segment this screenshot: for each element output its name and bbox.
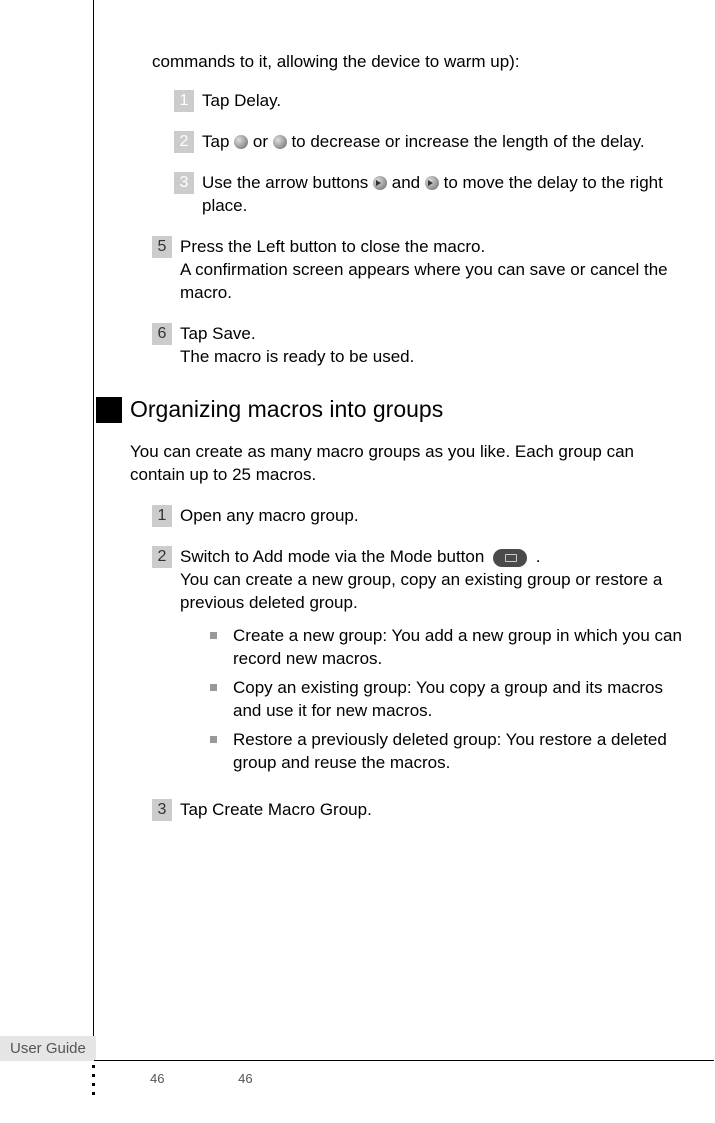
dot-icon bbox=[92, 1083, 95, 1086]
bullet-list: Create a new group: You add a new group … bbox=[210, 625, 692, 775]
step-number: 6 bbox=[152, 323, 172, 345]
vertical-rule bbox=[93, 0, 94, 1060]
substep-2: 2 Tap or to decrease or increase the len… bbox=[174, 131, 692, 154]
step-6: 6 Tap Save. The macro is ready to be use… bbox=[152, 323, 692, 369]
plus-icon bbox=[273, 135, 287, 149]
step-number: 1 bbox=[174, 90, 194, 112]
bullet-text: Create a new group: You add a new group … bbox=[233, 625, 692, 671]
substep-3: 3 Use the arrow buttons and to move the … bbox=[174, 172, 692, 218]
bullet-text: Copy an existing group: You copy a group… bbox=[233, 677, 692, 723]
step-text: Tap Create Macro Group. bbox=[180, 799, 692, 822]
content-area: commands to it, allowing the device to w… bbox=[152, 52, 692, 840]
step-text: Tap Delay. bbox=[202, 90, 692, 113]
bullet-item: Copy an existing group: You copy a group… bbox=[210, 677, 692, 723]
footer: User Guide 46 46 bbox=[0, 1035, 715, 1063]
minus-icon bbox=[234, 135, 248, 149]
step-text: Open any macro group. bbox=[180, 505, 692, 528]
text-part: and bbox=[392, 173, 425, 192]
bullet-icon bbox=[210, 632, 217, 639]
page-number: 46 bbox=[238, 1071, 252, 1086]
bullet-text: Restore a previously deleted group: You … bbox=[233, 729, 692, 775]
org-step-2: 2 Switch to Add mode via the Mode button… bbox=[152, 546, 692, 780]
step-number: 3 bbox=[152, 799, 172, 821]
org-step-1: 1 Open any macro group. bbox=[152, 505, 692, 528]
step-number: 1 bbox=[152, 505, 172, 527]
dot-icon bbox=[92, 1074, 95, 1077]
section-intro: You can create as many macro groups as y… bbox=[130, 441, 692, 487]
page-number: 46 bbox=[150, 1071, 164, 1086]
step-5: 5 Press the Left button to close the mac… bbox=[152, 236, 692, 305]
mode-button-icon bbox=[493, 549, 527, 567]
footer-rule bbox=[94, 1060, 714, 1061]
text-part: to decrease or increase the length of th… bbox=[291, 132, 644, 151]
step-number: 3 bbox=[174, 172, 194, 194]
step-text: Switch to Add mode via the Mode button .… bbox=[180, 546, 692, 780]
page-numbers: 46 46 bbox=[150, 1071, 253, 1086]
substep-1: 1 Tap Delay. bbox=[174, 90, 692, 113]
bullet-item: Create a new group: You add a new group … bbox=[210, 625, 692, 671]
bullet-item: Restore a previously deleted group: You … bbox=[210, 729, 692, 775]
step-text: Tap or to decrease or increase the lengt… bbox=[202, 131, 692, 154]
intro-text: commands to it, allowing the device to w… bbox=[152, 52, 692, 72]
bullet-icon bbox=[210, 684, 217, 691]
step-text: Press the Left button to close the macro… bbox=[180, 236, 692, 305]
arrow-down-icon bbox=[425, 176, 439, 190]
text-part: Switch to Add mode via the Mode button bbox=[180, 547, 489, 566]
arrow-up-icon bbox=[373, 176, 387, 190]
section-header-wrap: Organizing macros into groups bbox=[96, 396, 692, 423]
dot-icon bbox=[92, 1092, 95, 1095]
footer-dots bbox=[92, 1065, 95, 1101]
footer-tab: User Guide bbox=[0, 1036, 96, 1061]
step-number: 5 bbox=[152, 236, 172, 258]
dot-icon bbox=[92, 1065, 95, 1068]
text-part: or bbox=[253, 132, 273, 151]
step-text: Tap Save. The macro is ready to be used. bbox=[180, 323, 692, 369]
text-part: Tap bbox=[202, 132, 234, 151]
step-number: 2 bbox=[174, 131, 194, 153]
section-header: Organizing macros into groups bbox=[130, 396, 443, 423]
section-marker-icon bbox=[96, 397, 122, 423]
step-number: 2 bbox=[152, 546, 172, 568]
text-part: Use the arrow buttons bbox=[202, 173, 373, 192]
step-text: Use the arrow buttons and to move the de… bbox=[202, 172, 692, 218]
bullet-icon bbox=[210, 736, 217, 743]
org-step-3: 3 Tap Create Macro Group. bbox=[152, 799, 692, 822]
